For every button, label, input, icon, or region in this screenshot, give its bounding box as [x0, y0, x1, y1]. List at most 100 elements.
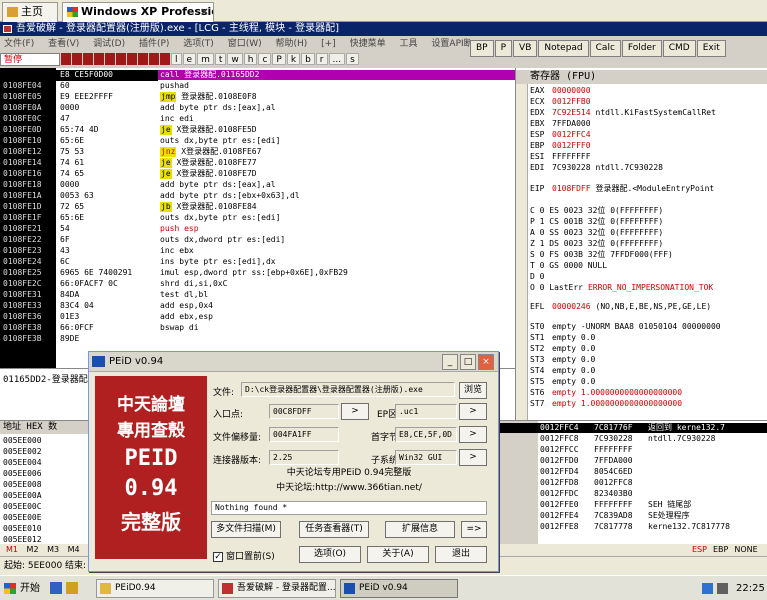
task-peid-folder[interactable]: PEiD0.94 [96, 579, 214, 598]
exit-button[interactable]: Exit [696, 40, 726, 57]
network-icon[interactable] [702, 583, 713, 594]
window-h-button[interactable]: h [243, 53, 258, 65]
dump-pane[interactable]: 地址 HEX 数 005EE000 005EE002 005EE004 005EE00… [0, 420, 98, 550]
first-bytes-details-button[interactable]: > [459, 426, 487, 443]
vm-tab-home[interactable]: 主页 [2, 2, 58, 22]
first-bytes-field[interactable]: E8,CE,5F,0D [395, 427, 457, 442]
window-b-button[interactable]: b [301, 53, 315, 65]
entry-point-details-button[interactable]: > [341, 403, 369, 420]
task-viewer-button[interactable]: 任务查看器(T) [299, 521, 369, 538]
menu-options[interactable]: 选项(T) [183, 39, 214, 49]
options-button[interactable]: 选项(O) [299, 546, 361, 563]
fpu-row[interactable]: ST7 empty 1.0000000000000000000 [530, 399, 682, 409]
register-row[interactable]: ESP 0012FFC4 [530, 130, 596, 140]
about-button[interactable]: 关于(A) [367, 546, 429, 563]
stack-pane[interactable]: 0012FFC4 7C81776F 返回到 kerne132.7 0012FFC8 7C… [496, 420, 767, 545]
open-icon[interactable] [61, 53, 71, 65]
window-p-button[interactable]: P [272, 53, 286, 65]
register-row[interactable]: EAX 00000000 [530, 86, 596, 96]
minimize-icon[interactable]: _ [442, 354, 458, 370]
ep-section-details-button[interactable]: > [459, 403, 487, 420]
flag-row[interactable]: A 0 SS 0023 32位 0(FFFFFFFF) [530, 228, 663, 238]
flag-row[interactable]: C 0 ES 0023 32位 0(FFFFFFFF) [530, 206, 663, 216]
volume-icon[interactable] [717, 583, 728, 594]
window-k-button[interactable]: k [286, 53, 301, 65]
ep-section-field[interactable]: .uc1 [395, 404, 457, 419]
tab-m3[interactable]: M3 [47, 544, 59, 556]
subsystem-details-button[interactable]: > [459, 449, 487, 466]
menu-plus[interactable]: [+] [321, 39, 336, 49]
trace-into-icon[interactable] [138, 53, 148, 65]
registers-pane[interactable]: 寄存器 (FPU) EAX 00000000 ECX 0012FFB0 EDX 7C92E… [515, 68, 767, 420]
stack-none-toggle[interactable]: NONE [734, 545, 757, 554]
fpu-row[interactable]: ST1 empty 0.0 [530, 333, 595, 343]
efl-row[interactable]: EFL 00000246 (NO,NB,E,BE,NS,PE,GE,LE) [530, 302, 711, 312]
flag-row[interactable]: Z 1 DS 0023 32位 0(FFFFFFFF) [530, 239, 663, 249]
stack-row[interactable]: 0012FFE8 7C817778 kerne132.7C817778 [496, 522, 767, 532]
window-w-button[interactable]: w [227, 53, 243, 65]
stack-row[interactable]: 0012FFD8 0012FFC8 [496, 478, 767, 488]
multi-file-scan-button[interactable]: 多文件扫描(M) [211, 521, 281, 538]
window-r-button[interactable]: r [315, 53, 328, 65]
register-row[interactable]: ESI FFFFFFFF [530, 152, 596, 162]
rewind-icon[interactable] [72, 53, 82, 65]
calc-button[interactable]: Calc [589, 40, 621, 57]
close-process-icon[interactable] [83, 53, 93, 65]
register-row[interactable]: ECX 0012FFB0 [530, 97, 596, 107]
step-over-icon[interactable] [127, 53, 137, 65]
window-l-button[interactable]: l [171, 53, 182, 65]
menu-file[interactable]: 文件(F) [4, 39, 34, 49]
window-t-button[interactable]: t [214, 53, 227, 65]
window-c-button[interactable]: c [258, 53, 272, 65]
task-peid[interactable]: PEiD v0.94 [340, 579, 458, 598]
stack-row[interactable]: 0012FFC4 7C81776F 返回到 kerne132.7 [496, 423, 767, 433]
menu-shortcut[interactable]: 快捷菜单 [350, 39, 386, 49]
browse-button[interactable]: 浏览 [459, 382, 487, 399]
register-row[interactable]: EBX 7FFDA000 [530, 119, 596, 129]
menu-view[interactable]: 查看(V) [48, 39, 79, 49]
flag-row[interactable]: P 1 CS 001B 32位 0(FFFFFFFF) [530, 217, 663, 227]
flag-row[interactable]: S 0 FS 003B 32位 7FFDF000(FFF) [530, 250, 673, 260]
window-m-button[interactable]: m [197, 53, 214, 65]
eip-row[interactable]: EIP 0108FDFF 登录器配.<ModuleEntryPoint [530, 184, 714, 194]
step-into-icon[interactable] [116, 53, 126, 65]
window-e-button[interactable]: e [182, 53, 197, 65]
run-icon[interactable] [94, 53, 104, 65]
tab-m1[interactable]: M1 [6, 544, 18, 556]
menu-plugins[interactable]: 插件(P) [139, 39, 169, 49]
stack-row[interactable]: 0012FFE0 FFFFFFFF SEH 链尾部 [496, 500, 767, 510]
register-row[interactable]: EDX 7C92E514 ntdll.KiFastSystemCallRet [530, 108, 716, 118]
entry-point-field[interactable]: 00C8FDFF [269, 404, 339, 419]
stack-row[interactable]: 0012FFD0 7FFDA000 [496, 456, 767, 466]
close-icon[interactable]: × [200, 3, 209, 21]
fpu-row[interactable]: ST0 empty -UNORM BAA8 01050104 00000000 [530, 322, 721, 332]
vm-tab-winxp[interactable]: Windows XP Professional × [62, 2, 214, 22]
window-more-button[interactable]: ... [328, 53, 346, 65]
folder-button[interactable]: Folder [621, 40, 662, 57]
tab-m2[interactable]: M2 [27, 544, 39, 556]
flag-row[interactable]: O 0 LastErr ERROR_NO_IMPERSONATION_TOK [530, 283, 713, 293]
folder-icon[interactable] [66, 582, 78, 594]
pause-icon[interactable] [105, 53, 115, 65]
stack-row[interactable]: 0012FFCC FFFFFFFF [496, 445, 767, 455]
flag-row[interactable]: D 0 [530, 272, 544, 282]
stack-row[interactable]: 0012FFD4 8054C6ED [496, 467, 767, 477]
window-s-button[interactable]: s [346, 53, 359, 65]
tab-m4[interactable]: M4 [68, 544, 80, 556]
exit-peid-button[interactable]: 退出 [435, 546, 487, 563]
maximize-icon[interactable]: □ [460, 354, 476, 370]
fpu-row[interactable]: ST4 empty 0.0 [530, 366, 595, 376]
stack-row[interactable]: 0012FFDC 823403B0 [496, 489, 767, 499]
extended-info-button[interactable]: 扩展信息 [385, 521, 455, 538]
close-icon[interactable]: × [478, 354, 494, 370]
notepad-button[interactable]: Notepad [538, 40, 589, 57]
bp-button[interactable]: BP [470, 40, 494, 57]
file-offset-field[interactable]: 004FA1FF [269, 427, 339, 442]
stack-row[interactable]: 0012FFC8 7C930228 ntdll.7C930228 [496, 434, 767, 444]
task-debugger[interactable]: 吾爱破解 - 登录器配置... [218, 579, 336, 598]
file-path-field[interactable]: D:\ck登录器配置器\登录器配置器(注册版).exe [241, 382, 455, 397]
vb-button[interactable]: VB [513, 40, 538, 57]
ie-icon[interactable] [50, 582, 62, 594]
stack-ebp-toggle[interactable]: EBP [713, 545, 728, 554]
stack-row[interactable]: 0012FFE4 7C839AD8 SE处理程序 [496, 511, 767, 521]
